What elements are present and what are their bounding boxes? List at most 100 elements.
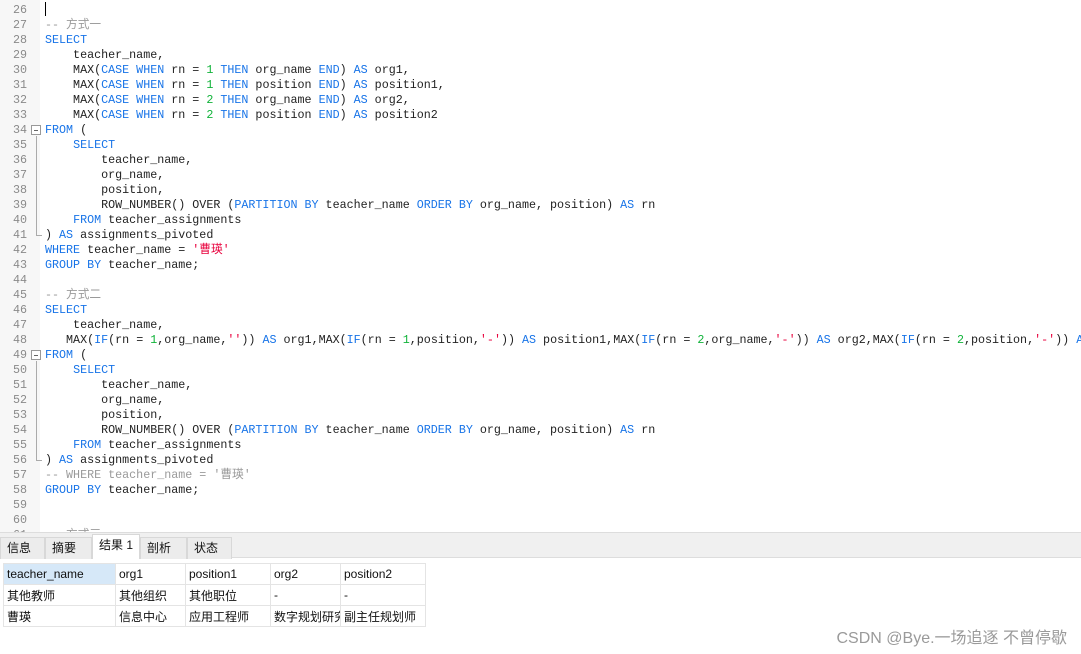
line-number: 32 [12,93,27,107]
code-text: ) AS assignments_pivoted [45,453,213,468]
code-text: FROM ( [45,348,87,363]
table-cell[interactable]: - [270,584,341,606]
code-line[interactable]: 55 FROM teacher_assignments [0,438,1081,453]
table-cell[interactable]: 信息中心 [115,605,186,627]
code-token: ORDER BY [416,423,473,437]
line-number: 31 [12,78,27,92]
code-token: THEN [220,108,249,122]
tab-4[interactable]: 状态 [187,537,232,559]
fold-toggle-icon[interactable] [31,125,41,135]
table-cell[interactable]: 其他职位 [185,584,271,606]
code-token: )) [241,333,263,347]
code-line[interactable]: 37 org_name, [0,168,1081,183]
code-line[interactable]: 28 SELECT [0,33,1081,48]
code-token: org_name, position) [472,423,621,437]
code-token: ORDER BY [416,198,473,212]
code-text: MAX(CASE WHEN rn = 1 THEN org_name END) … [45,63,410,78]
column-header[interactable]: teacher_name [3,563,116,585]
code-token: '-' [774,333,796,347]
code-line[interactable]: 51 teacher_name, [0,378,1081,393]
code-line[interactable]: 40 FROM teacher_assignments [0,213,1081,228]
code-line[interactable]: 44 [0,273,1081,288]
table-row[interactable]: 曹瑛 信息中心 应用工程师 数字规划研究 副主任规划师 [3,605,426,627]
code-line[interactable]: 47 teacher_name, [0,318,1081,333]
line-number: 54 [12,423,27,437]
code-token: '曹瑛' [192,243,230,257]
column-header[interactable]: org2 [270,563,341,585]
code-text: -- 方式二 [45,288,101,303]
code-line[interactable]: 29 teacher_name, [0,48,1081,63]
code-token: '-' [1034,333,1056,347]
code-line[interactable]: 31 MAX(CASE WHEN rn = 1 THEN position EN… [0,78,1081,93]
code-token: rn = [164,63,207,77]
code-token: )) [795,333,817,347]
code-line[interactable]: 58 GROUP BY teacher_name; [0,483,1081,498]
code-line[interactable]: 42 WHERE teacher_name = '曹瑛' [0,243,1081,258]
table-cell[interactable]: 曹瑛 [3,605,116,627]
table-cell[interactable]: 数字规划研究 [270,605,341,627]
code-line[interactable]: 53 position, [0,408,1081,423]
table-row[interactable]: 其他教师 其他组织 其他职位 - - [3,584,426,606]
code-text: MAX(CASE WHEN rn = 1 THEN position END) … [45,78,445,93]
code-text: MAX(IF(rn = 1,org_name,'')) AS org1,MAX(… [45,333,1081,348]
code-token: FROM [45,348,74,362]
line-number: 52 [12,393,27,407]
code-line[interactable]: 41) AS assignments_pivoted [0,228,1081,243]
table-cell[interactable]: 其他教师 [3,584,116,606]
code-line[interactable]: 43 GROUP BY teacher_name; [0,258,1081,273]
code-line[interactable]: 54 ROW_NUMBER() OVER (PARTITION BY teach… [0,423,1081,438]
code-line[interactable]: 60 [0,513,1081,528]
line-number: 53 [12,408,27,422]
column-header[interactable]: org1 [115,563,186,585]
table-cell[interactable]: 应用工程师 [185,605,271,627]
code-line[interactable]: 35 SELECT [0,138,1081,153]
code-line[interactable]: 48 MAX(IF(rn = 1,org_name,'')) AS org1,M… [0,333,1081,348]
code-line[interactable]: 34 FROM ( [0,123,1081,138]
code-token: position [248,108,319,122]
tab-2[interactable]: 结果 1 [92,534,140,559]
line-number: 57 [12,468,27,482]
code-line[interactable]: 30 MAX(CASE WHEN rn = 1 THEN org_name EN… [0,63,1081,78]
code-line[interactable]: 33 MAX(CASE WHEN rn = 2 THEN position EN… [0,108,1081,123]
code-token: AS [59,453,74,467]
tab-1[interactable]: 摘要 [45,537,92,559]
line-number: 30 [12,63,27,77]
code-token: THEN [220,63,249,77]
code-line[interactable]: 45 -- 方式二 [0,288,1081,303]
line-number: 38 [12,183,27,197]
code-token: THEN [220,93,249,107]
line-number: 47 [12,318,27,332]
code-line[interactable]: 49 FROM ( [0,348,1081,363]
table-cell[interactable]: - [340,584,426,606]
code-line[interactable]: 32 MAX(CASE WHEN rn = 2 THEN org_name EN… [0,93,1081,108]
result-grid[interactable]: teacher_name org1 position1 org2 position2 其他… [3,563,426,627]
code-token: org1, [367,63,410,77]
code-line[interactable]: 57 -- WHERE teacher_name = '曹瑛' [0,468,1081,483]
code-token: org_name, position) [472,198,621,212]
line-number: 56 [12,453,27,467]
fold-toggle-icon[interactable] [31,350,41,360]
table-cell[interactable]: 副主任规划师 [340,605,426,627]
line-number: 51 [12,378,27,392]
code-token: SELECT [73,138,116,152]
code-line[interactable]: 56 ) AS assignments_pivoted [0,453,1081,468]
code-line[interactable]: 50 SELECT [0,363,1081,378]
column-header[interactable]: position2 [340,563,426,585]
sql-editor[interactable]: 26 27 -- 方式一 28 SELECT 29 teacher_name, 30 MAX… [0,0,1081,532]
code-line[interactable]: 26 [0,3,1081,18]
column-header[interactable]: position1 [185,563,271,585]
line-number: 39 [12,198,27,212]
code-token: MAX( [45,108,102,122]
code-line[interactable]: 46 SELECT [0,303,1081,318]
code-line[interactable]: 27 -- 方式一 [0,18,1081,33]
code-text: SELECT [45,33,87,48]
table-cell[interactable]: 其他组织 [115,584,186,606]
code-line[interactable]: 36 teacher_name, [0,153,1081,168]
code-line[interactable]: 52 org_name, [0,393,1081,408]
code-line[interactable]: 59 [0,498,1081,513]
code-line[interactable]: 38 position, [0,183,1081,198]
tab-0[interactable]: 信息 [0,537,45,559]
code-line[interactable]: 39 ROW_NUMBER() OVER (PARTITION BY teach… [0,198,1081,213]
tab-3[interactable]: 剖析 [140,537,187,559]
